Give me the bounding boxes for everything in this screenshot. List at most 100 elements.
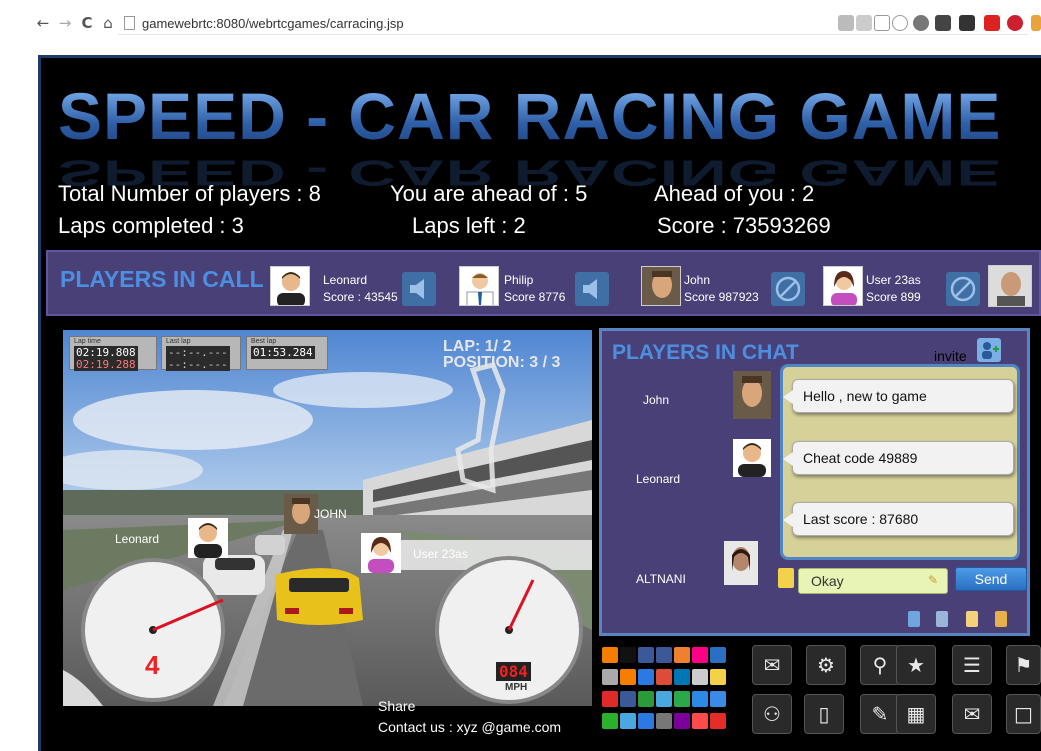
share-link[interactable]: Share (378, 698, 415, 714)
battery-icon[interactable] (995, 611, 1007, 627)
evernote-icon[interactable] (638, 691, 654, 707)
speaker-icon[interactable] (402, 272, 436, 306)
forward-arrow-icon[interactable]: → (56, 14, 74, 32)
stumbleupon-icon[interactable] (710, 691, 726, 707)
avatar[interactable] (641, 266, 681, 306)
youtube-icon[interactable] (710, 713, 726, 729)
wordpress-icon[interactable] (656, 713, 672, 729)
flickr-icon[interactable] (692, 647, 708, 663)
blocked-icon[interactable] (771, 272, 805, 306)
skype-icon[interactable] (692, 669, 708, 685)
flag-icon: ⚑ (1014, 653, 1033, 677)
yahoo-icon[interactable] (674, 713, 690, 729)
tablet-button[interactable]: ▯ (804, 694, 844, 734)
flag-icon[interactable] (908, 611, 920, 627)
chat-message-input[interactable]: Okay (798, 568, 948, 594)
picasa-icon[interactable] (656, 691, 672, 707)
vimeo-icon[interactable] (638, 713, 654, 729)
mail-button[interactable]: ✉ (752, 645, 792, 685)
link-icon[interactable] (692, 691, 708, 707)
call-player-name: User 23as (866, 273, 921, 287)
settings-button[interactable]: ⚙ (806, 645, 846, 685)
twitter-icon[interactable] (620, 713, 636, 729)
search-button[interactable]: ⚲ (860, 645, 900, 685)
back-arrow-icon[interactable]: ← (34, 14, 52, 32)
paypal-icon[interactable] (674, 691, 690, 707)
edit-button[interactable]: ✎ (860, 694, 900, 734)
emoticon-icon[interactable] (778, 568, 794, 588)
avatar[interactable] (270, 266, 310, 306)
extension-icon[interactable] (856, 15, 872, 31)
pinterest-icon[interactable] (602, 691, 618, 707)
wordpress-icon[interactable] (913, 15, 929, 31)
megaphone-icon[interactable] (936, 611, 948, 627)
invite-label[interactable]: invite (934, 348, 967, 364)
envelope-button[interactable]: ✉ (952, 694, 992, 734)
yelp-icon[interactable] (692, 713, 708, 729)
myspace-icon[interactable] (710, 647, 726, 663)
speaker-icon[interactable] (575, 272, 609, 306)
extension-icon[interactable] (984, 15, 1000, 31)
users-icon: ⚇ (763, 702, 781, 726)
star-icon[interactable] (892, 15, 908, 31)
facebook-icon[interactable] (656, 647, 672, 663)
avatar (284, 494, 318, 534)
google-icon[interactable] (638, 669, 654, 685)
skype-icon[interactable] (602, 713, 618, 729)
lastfm-icon[interactable] (656, 669, 672, 685)
call-player-score: Score 899 (866, 290, 921, 304)
call-player-score: Score 987923 (684, 290, 759, 304)
invite-icon[interactable] (977, 338, 1001, 362)
pinterest-icon[interactable] (1007, 15, 1023, 31)
digg-icon[interactable] (638, 647, 654, 663)
avatar[interactable] (988, 265, 1032, 307)
chat-button[interactable]: □ (1006, 694, 1041, 734)
calculator-button[interactable]: ▦ (896, 694, 936, 734)
position-indicator: POSITION: 3 / 3 (443, 354, 561, 371)
blocked-icon[interactable] (946, 272, 980, 306)
extension-icon[interactable] (959, 15, 975, 31)
menu-icon[interactable] (1031, 15, 1041, 31)
notes-button[interactable]: ☰ (952, 645, 992, 685)
star-icon: ★ (907, 653, 925, 677)
chat-section-title: PLAYERS IN CHAT (612, 341, 799, 364)
pencil-icon[interactable]: ✎ (928, 573, 940, 587)
avatar[interactable] (459, 266, 499, 306)
call-player-score: Score : 43545 (323, 290, 398, 304)
browser-toolbar: ← → C ⌂ gamewebrtc:8080/webrtcgames/carr… (0, 0, 1041, 44)
hud-label: Last lap (166, 338, 191, 345)
flag-button[interactable]: ⚑ (1006, 645, 1041, 685)
extension-icon[interactable] (838, 15, 854, 31)
avatar[interactable] (823, 266, 863, 306)
stat-laps-left: Laps left : 2 (412, 213, 526, 238)
call-player-score: Score 8776 (504, 290, 566, 304)
notes-icon: ☰ (963, 653, 981, 677)
chat-user-name: ALTNANI (636, 572, 686, 586)
contact-info: Contact us : xyz @game.com (378, 719, 562, 735)
linkedin-icon[interactable] (674, 669, 690, 685)
players-in-chat-panel: PLAYERS IN CHAT invite John Leonard ALTN… (599, 328, 1030, 636)
avatar (361, 533, 401, 573)
star-icon[interactable] (710, 669, 726, 685)
feed-icon[interactable] (620, 669, 636, 685)
send-button[interactable]: Send (955, 567, 1027, 591)
envelope-icon: ✉ (963, 702, 981, 726)
bookmark-button[interactable]: ★ (896, 645, 936, 685)
home-icon[interactable]: ⌂ (99, 14, 117, 32)
tablet-icon: ▯ (818, 702, 830, 726)
reload-icon[interactable]: C (78, 14, 96, 32)
blogger-icon[interactable] (602, 647, 618, 663)
search-icon[interactable] (874, 15, 890, 31)
extension-icon[interactable] (935, 15, 951, 31)
avatar (188, 518, 228, 558)
hud-label: Lap time (74, 338, 101, 345)
delicious-icon[interactable] (620, 647, 636, 663)
chat-message: Last score : 87680 (783, 502, 1014, 536)
game-view[interactable]: Lap time 02:19.808 02:19.288 Last lap --… (63, 330, 592, 706)
url-text[interactable]: gamewebrtc:8080/webrtcgames/carracing.js… (142, 16, 404, 31)
users-button[interactable]: ⚇ (752, 694, 792, 734)
phone-icon[interactable] (966, 611, 978, 627)
share-icon[interactable] (602, 669, 618, 685)
rss-icon[interactable] (674, 647, 690, 663)
facebook-icon[interactable] (620, 691, 636, 707)
